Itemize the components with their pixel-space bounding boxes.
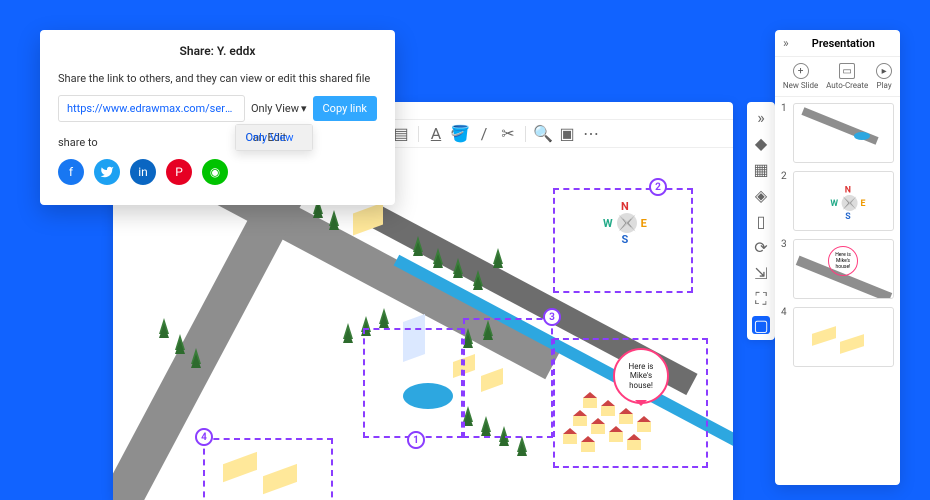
option-only-view[interactable]: Only View [236, 125, 304, 150]
export-icon[interactable]: ⇲ [752, 264, 770, 282]
share-to-label: share to [58, 136, 377, 149]
play-button[interactable]: ▸Play [876, 63, 892, 90]
twitter-icon[interactable] [94, 159, 120, 185]
page-icon[interactable]: ▯ [752, 212, 770, 230]
fullscreen-icon[interactable]: ⛶ [752, 290, 770, 308]
compass-w: W [603, 217, 613, 230]
selection-3[interactable] [463, 318, 553, 438]
selection-1[interactable] [363, 328, 463, 438]
slides-list: 1 2NWES 3Here is Mike's house! 4 [775, 97, 900, 485]
history-icon[interactable]: ⟳ [752, 238, 770, 256]
screen-icon: ▭ [839, 63, 855, 79]
share-url-input[interactable]: https://www.edrawmax.com/server... [58, 95, 245, 122]
play-icon: ▸ [876, 63, 892, 79]
presentation-panel: » Presentation +New Slide ▭Auto-Create ▸… [775, 30, 900, 485]
panel-title: Presentation [795, 37, 892, 50]
line-icon[interactable]: / [477, 127, 491, 141]
slide-thumb [793, 307, 894, 367]
grid-icon[interactable]: ▦ [752, 160, 770, 178]
dialog-title: Share: Y. eddx [58, 44, 377, 58]
font-icon[interactable]: A [429, 127, 443, 141]
fill-icon[interactable]: 🪣 [453, 127, 467, 141]
table-icon[interactable]: ▤ [394, 127, 408, 141]
line-icon[interactable]: ◉ [202, 159, 228, 185]
callout-bubble[interactable]: Here is Mike's house! [613, 348, 669, 404]
marker-1[interactable]: 1 [407, 431, 425, 449]
selection-4[interactable] [203, 438, 333, 500]
compass: N W E S [603, 200, 647, 246]
layers-icon[interactable]: ◈ [752, 186, 770, 204]
slide-item[interactable]: 1 [781, 103, 894, 163]
marker-2[interactable]: 2 [649, 178, 667, 196]
crop-icon[interactable]: ✂ [501, 127, 515, 141]
layout-icon[interactable]: ▣ [560, 127, 574, 141]
marker-4[interactable]: 4 [195, 428, 213, 446]
marker-3[interactable]: 3 [543, 308, 561, 326]
permission-select[interactable]: Only View▾ Only View Can Edit [251, 102, 307, 115]
copy-link-button[interactable]: Copy link [313, 96, 377, 121]
collapse-icon[interactable]: » [783, 36, 789, 50]
new-slide-button[interactable]: +New Slide [783, 63, 818, 90]
slide-item[interactable]: 3Here is Mike's house! [781, 239, 894, 299]
share-dialog: Share: Y. eddx Share the link to others,… [40, 30, 395, 205]
slide-thumb [793, 103, 894, 163]
chevron-down-icon: ▾ [301, 102, 307, 115]
permission-dropdown: Only View Can Edit [235, 124, 313, 151]
compass-e: E [641, 217, 647, 230]
more-icon[interactable]: ⋯ [584, 127, 598, 141]
dialog-description: Share the link to others, and they can v… [58, 72, 377, 85]
auto-create-button[interactable]: ▭Auto-Create [826, 63, 868, 90]
presentation-icon[interactable]: ▢ [752, 316, 770, 334]
compass-n: N [621, 200, 629, 213]
plus-icon: + [793, 63, 809, 79]
social-buttons: f in P ◉ [58, 159, 377, 185]
slide-thumb: Here is Mike's house! [793, 239, 894, 299]
slide-item[interactable]: 2NWES [781, 171, 894, 231]
paint-icon[interactable]: ◆ [752, 134, 770, 152]
pinterest-icon[interactable]: P [166, 159, 192, 185]
compass-rose-icon [617, 213, 637, 233]
slide-thumb: NWES [793, 171, 894, 231]
linkedin-icon[interactable]: in [130, 159, 156, 185]
search-icon[interactable]: 🔍 [536, 127, 550, 141]
compass-s: S [622, 233, 629, 246]
facebook-icon[interactable]: f [58, 159, 84, 185]
slide-item[interactable]: 4 [781, 307, 894, 367]
side-toolbar: » ◆ ▦ ◈ ▯ ⟳ ⇲ ⛶ ▢ [747, 102, 775, 340]
collapse-icon[interactable]: » [752, 108, 770, 126]
